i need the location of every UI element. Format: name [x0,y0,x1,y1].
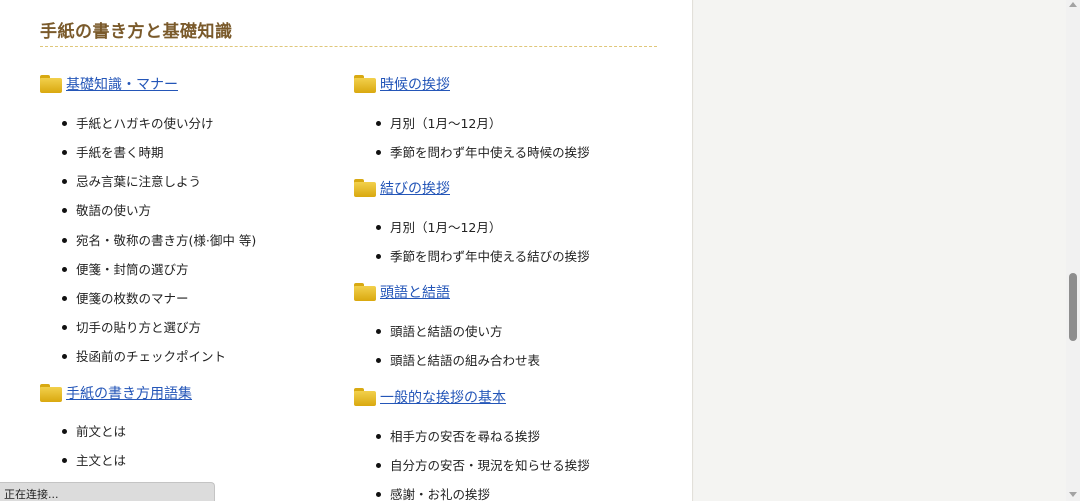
list-item[interactable]: 頭語と結語の使い方 [376,321,503,340]
category-basics: 基礎知識・マナー [40,74,178,94]
list-item[interactable]: 忌み言葉に注意しよう [62,171,201,190]
list-item[interactable]: 投函前のチェックポイント [62,346,226,365]
scroll-down-arrow-icon[interactable] [1069,492,1077,497]
list-item[interactable]: 主文とは [62,450,126,469]
category-link-seasonal[interactable]: 時候の挨拶 [380,74,450,94]
list-item[interactable]: 前文とは [62,421,126,440]
list-item[interactable]: 月別（1月～12月） [376,217,501,236]
list-item[interactable]: 便箋の枚数のマナー [62,288,189,307]
category-opening-closing-words: 頭語と結語 [354,282,450,302]
folder-icon [354,283,376,301]
category-glossary: 手紙の書き方用語集 [40,383,192,403]
list-item[interactable]: 切手の貼り方と選び方 [62,317,201,336]
category-link-general[interactable]: 一般的な挨拶の基本 [380,387,506,407]
list-item[interactable]: 頭語と結語の組み合わせ表 [376,350,540,369]
browser-status-bar: 正在连接... [0,482,215,501]
list-item[interactable]: 宛名・敬称の書き方(様·御中 等) [62,230,256,249]
section-title: 手紙の書き方と基礎知識 [40,22,233,42]
list-item[interactable]: 手紙を書く時期 [62,142,164,161]
page-background [694,0,1066,501]
list-item[interactable]: 便箋・封筒の選び方 [62,259,189,278]
main-content: 手紙の書き方と基礎知識 基礎知識・マナー 手紙とハガキの使い分け 手紙を書く時期… [0,0,693,501]
list-item[interactable]: 自分方の安否・現況を知らせる挨拶 [376,455,590,474]
category-link-basics[interactable]: 基礎知識・マナー [66,74,178,94]
folder-icon [40,384,62,402]
category-link-closing[interactable]: 結びの挨拶 [380,178,450,198]
list-item[interactable]: 月別（1月～12月） [376,113,501,132]
list-item[interactable]: 季節を問わず年中使える結びの挨拶 [376,246,590,265]
category-general-greetings: 一般的な挨拶の基本 [354,387,506,407]
list-item[interactable]: 敬語の使い方 [62,200,151,219]
list-item[interactable]: 季節を問わず年中使える時候の挨拶 [376,142,590,161]
title-divider [40,46,657,47]
category-seasonal-greetings: 時候の挨拶 [354,74,450,94]
scrollbar-thumb[interactable] [1069,273,1077,341]
scroll-up-arrow-icon[interactable] [1069,2,1077,7]
list-item[interactable]: 感謝・お礼の挨拶 [376,484,490,501]
list-item[interactable]: 手紙とハガキの使い分け [62,113,214,132]
category-link-glossary[interactable]: 手紙の書き方用語集 [66,383,192,403]
folder-icon [354,75,376,93]
list-item[interactable]: 相手方の安否を尋ねる挨拶 [376,426,540,445]
vertical-scrollbar[interactable] [1066,0,1080,501]
folder-icon [354,179,376,197]
folder-icon [354,388,376,406]
folder-icon [40,75,62,93]
category-link-words[interactable]: 頭語と結語 [380,282,450,302]
category-closing-greetings: 結びの挨拶 [354,178,450,198]
